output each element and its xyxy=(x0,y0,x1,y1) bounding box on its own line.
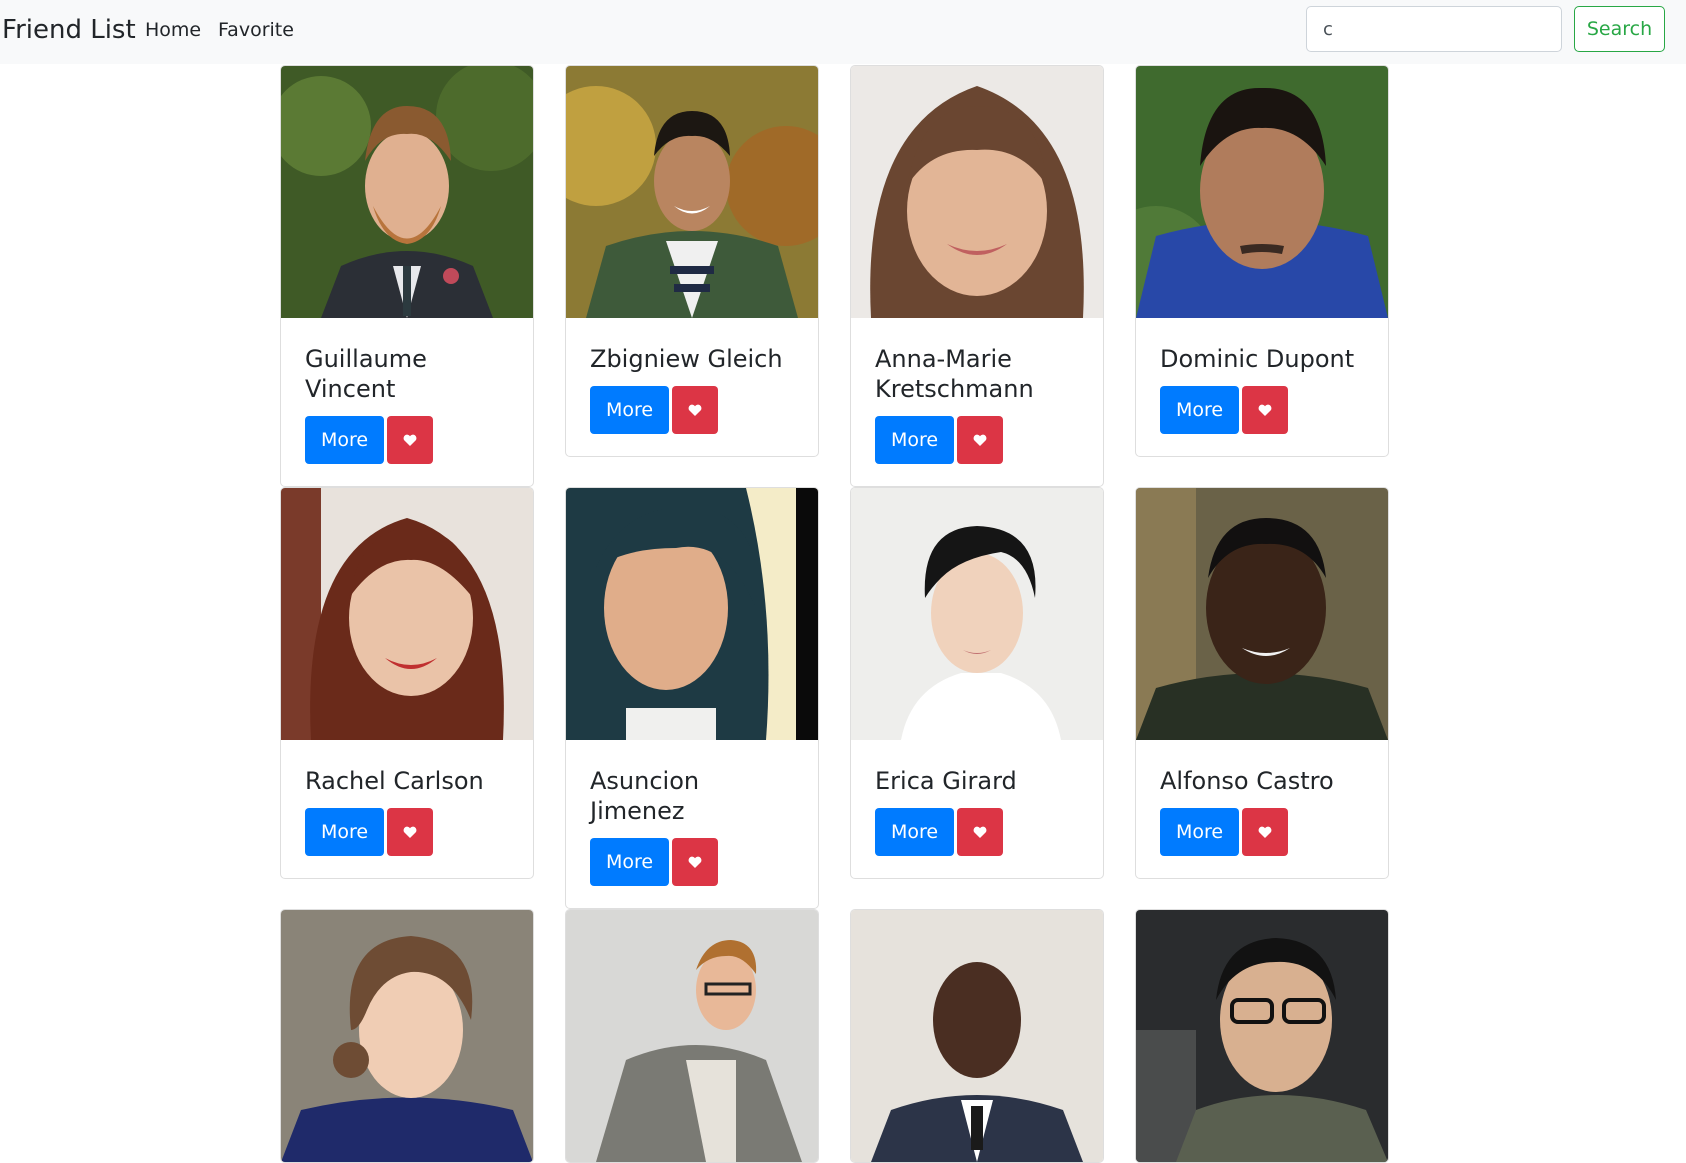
more-button[interactable]: More xyxy=(590,386,669,434)
favorite-button[interactable] xyxy=(672,838,718,886)
friend-name: Asuncion Jimenez xyxy=(590,767,700,825)
friend-photo xyxy=(851,910,1103,1162)
more-button[interactable]: More xyxy=(875,416,954,464)
friend-grid: Guillaume Vincent More Zbigniew Gleich M… xyxy=(280,65,1390,1163)
friend-name: Erica Girard xyxy=(875,767,1017,795)
friend-card: Zbigniew Gleich More xyxy=(565,65,819,457)
friend-photo xyxy=(281,488,533,740)
card-body: Anna-Marie Kretschmann More xyxy=(851,318,1103,486)
friend-card: Guillaume Vincent More xyxy=(280,65,534,487)
friend-photo xyxy=(1136,488,1388,740)
more-button[interactable]: More xyxy=(305,808,384,856)
friend-photo xyxy=(851,66,1103,318)
friend-card xyxy=(565,909,819,1163)
friend-name: Zbigniew Gleich xyxy=(590,345,783,373)
favorite-button[interactable] xyxy=(1242,386,1288,434)
friend-photo xyxy=(566,910,818,1162)
heart-icon xyxy=(1258,404,1272,416)
heart-icon xyxy=(688,404,702,416)
friend-name: Anna-Marie Kretschmann xyxy=(875,345,1034,403)
friend-card xyxy=(1135,909,1389,1163)
more-button[interactable]: More xyxy=(1160,386,1239,434)
nav-link-favorite[interactable]: Favorite xyxy=(218,18,294,42)
friend-card: Dominic Dupont More xyxy=(1135,65,1389,457)
friend-card: Alfonso Castro More xyxy=(1135,487,1389,879)
friend-photo xyxy=(281,910,533,1162)
search-button[interactable]: Search xyxy=(1574,6,1665,52)
friend-name: Alfonso Castro xyxy=(1160,767,1334,795)
friend-card xyxy=(850,909,1104,1163)
search-input[interactable] xyxy=(1306,6,1562,52)
card-body: Asuncion Jimenez More xyxy=(566,740,818,908)
favorite-button[interactable] xyxy=(957,416,1003,464)
friend-card: Asuncion Jimenez More xyxy=(565,487,819,909)
heart-icon xyxy=(688,856,702,868)
more-button[interactable]: More xyxy=(590,838,669,886)
card-body: Alfonso Castro More xyxy=(1136,740,1388,878)
friend-photo xyxy=(851,488,1103,740)
heart-icon xyxy=(1258,826,1272,838)
navbar: Friend List Home Favorite Search xyxy=(0,0,1686,64)
friend-photo xyxy=(566,66,818,318)
friend-photo xyxy=(1136,66,1388,318)
friend-card xyxy=(280,909,534,1163)
favorite-button[interactable] xyxy=(672,386,718,434)
card-body: Zbigniew Gleich More xyxy=(566,318,818,456)
favorite-button[interactable] xyxy=(387,808,433,856)
favorite-button[interactable] xyxy=(957,808,1003,856)
friend-photo xyxy=(281,66,533,318)
friend-name: Dominic Dupont xyxy=(1160,345,1355,373)
heart-icon xyxy=(973,826,987,838)
card-body: Rachel Carlson More xyxy=(281,740,533,878)
more-button[interactable]: More xyxy=(1160,808,1239,856)
friend-name: Guillaume Vincent xyxy=(305,345,427,403)
card-body: Dominic Dupont More xyxy=(1136,318,1388,456)
card-body: Erica Girard More xyxy=(851,740,1103,878)
friend-card: Rachel Carlson More xyxy=(280,487,534,879)
friend-photo xyxy=(1136,910,1388,1162)
heart-icon xyxy=(403,434,417,446)
nav-link-home[interactable]: Home xyxy=(145,18,201,42)
card-body: Guillaume Vincent More xyxy=(281,318,533,486)
favorite-button[interactable] xyxy=(1242,808,1288,856)
heart-icon xyxy=(403,826,417,838)
favorite-button[interactable] xyxy=(387,416,433,464)
brand-title[interactable]: Friend List xyxy=(2,12,136,48)
friend-photo xyxy=(566,488,818,740)
more-button[interactable]: More xyxy=(875,808,954,856)
friend-name: Rachel Carlson xyxy=(305,767,484,795)
heart-icon xyxy=(973,434,987,446)
friend-card: Erica Girard More xyxy=(850,487,1104,879)
friend-card: Anna-Marie Kretschmann More xyxy=(850,65,1104,487)
more-button[interactable]: More xyxy=(305,416,384,464)
